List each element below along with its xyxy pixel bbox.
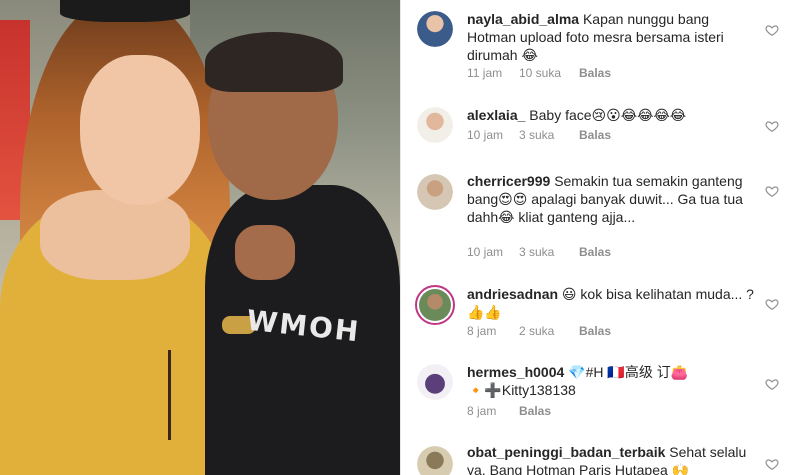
comment-body: nayla_abid_alma Kapan nunggu bang Hotman…	[467, 10, 757, 64]
comment-time[interactable]: 10 jam	[467, 245, 519, 259]
post-photo[interactable]: HOMW	[0, 0, 400, 475]
comment-time[interactable]: 8 jam	[467, 404, 519, 418]
photo-woman-face	[80, 55, 200, 205]
reply-button[interactable]: Balas	[579, 245, 611, 259]
comment-likes[interactable]: 3 suka	[519, 128, 579, 142]
comment-likes[interactable]: 3 suka	[519, 245, 579, 259]
like-heart-icon[interactable]	[765, 119, 779, 133]
like-heart-icon[interactable]	[765, 377, 779, 391]
comment-meta: 11 jam 10 suka Balas	[467, 66, 611, 80]
comment-username[interactable]: alexlaia_	[467, 107, 525, 123]
comment-username[interactable]: nayla_abid_alma	[467, 11, 579, 27]
avatar[interactable]	[417, 446, 453, 475]
comment-time[interactable]: 11 jam	[467, 66, 519, 80]
photo-man-hand	[235, 225, 295, 280]
comment-body: alexlaia_ Baby face😢😮😂😂😂😂	[467, 106, 757, 124]
comment-username[interactable]: cherricer999	[467, 173, 550, 189]
comment-meta: 10 jam 3 suka Balas	[467, 128, 611, 142]
photo-man-hair	[205, 32, 343, 92]
avatar-image	[417, 364, 453, 400]
avatar[interactable]	[417, 11, 453, 47]
comment-meta: 8 jam 2 suka Balas	[467, 324, 611, 338]
reply-button[interactable]: Balas	[579, 128, 611, 142]
avatar[interactable]	[417, 107, 453, 143]
avatar-image	[419, 289, 451, 321]
comment-username[interactable]: hermes_h0004	[467, 364, 564, 380]
avatar-image	[417, 446, 453, 475]
photo-woman-shoulders	[40, 190, 190, 280]
comment-body: andriesadnan 😃 kok bisa kelihatan muda..…	[467, 285, 757, 321]
comment-meta: 8 jam Balas	[467, 404, 551, 418]
avatar-with-story-ring[interactable]	[415, 285, 455, 325]
comment-body: hermes_h0004 💎#H 🇫🇷高级 订👛 🔸➕Kitty138138	[467, 363, 757, 399]
avatar[interactable]	[417, 364, 453, 400]
like-heart-icon[interactable]	[765, 457, 779, 471]
photo-sunglasses	[60, 0, 190, 22]
avatar-image	[417, 174, 453, 210]
photo-necklace	[168, 350, 190, 440]
comment-time[interactable]: 10 jam	[467, 128, 519, 142]
avatar[interactable]	[417, 174, 453, 210]
avatar-image	[417, 107, 453, 143]
comment-body: cherricer999 Semakin tua semakin ganteng…	[467, 172, 757, 226]
reply-button[interactable]: Balas	[519, 404, 551, 418]
comment-time[interactable]: 8 jam	[467, 324, 519, 338]
like-heart-icon[interactable]	[765, 23, 779, 37]
like-heart-icon[interactable]	[765, 184, 779, 198]
reply-button[interactable]: Balas	[579, 66, 611, 80]
like-heart-icon[interactable]	[765, 297, 779, 311]
comments-panel: nayla_abid_alma Kapan nunggu bang Hotman…	[401, 0, 800, 475]
comment-body: obat_peninggi_badan_terbaik Sehat selalu…	[467, 443, 757, 475]
comment-meta: 10 jam 3 suka Balas	[467, 245, 611, 259]
comment-username[interactable]: andriesadnan	[467, 286, 558, 302]
avatar-image	[417, 11, 453, 47]
comment-likes[interactable]: 2 suka	[519, 324, 579, 338]
comment-username[interactable]: obat_peninggi_badan_terbaik	[467, 444, 665, 460]
comment-text: Baby face😢😮😂😂😂😂	[529, 107, 687, 123]
reply-button[interactable]: Balas	[579, 324, 611, 338]
comment-likes[interactable]: 10 suka	[519, 66, 579, 80]
